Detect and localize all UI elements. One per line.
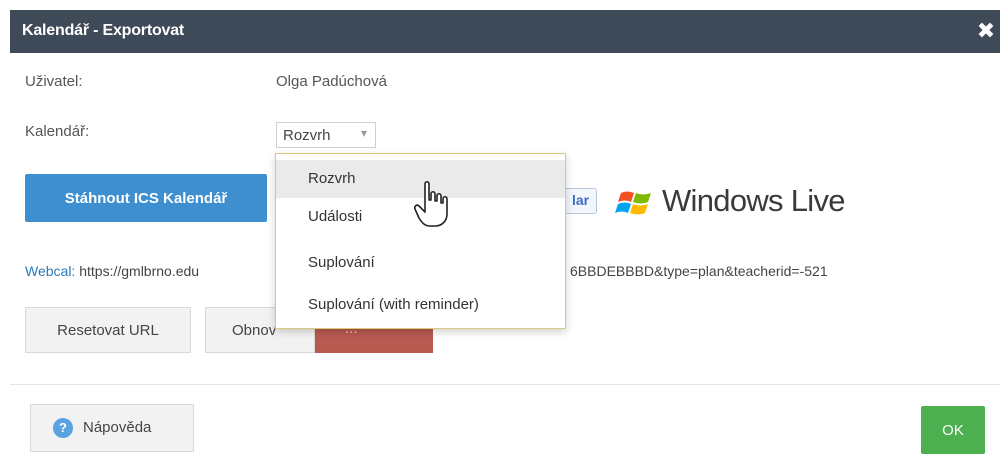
ok-button[interactable]: OK — [921, 406, 985, 454]
webcal-link[interactable]: Webcal: — [25, 263, 75, 279]
chevron-down-icon: ▾ — [360, 126, 367, 140]
export-dialog: Kalendář - Exportovat ✖ Uživatel: Olga P… — [10, 10, 1000, 468]
dialog-title: Kalendář - Exportovat — [22, 22, 185, 39]
close-icon[interactable]: ✖ — [974, 19, 998, 43]
user-label: Uživatel: — [25, 73, 83, 90]
windows-logo-icon — [615, 191, 651, 215]
dialog-titlebar: Kalendář - Exportovat ✖ — [10, 10, 1000, 53]
option-suplovani-reminder[interactable]: Suplování (with reminder) — [276, 286, 565, 324]
webcal-url-tail: 6BBDEBBBD&type=plan&teacherid=-521 — [570, 263, 828, 279]
webcal-line: Webcal: https://gmlbrno.edu — [25, 263, 199, 279]
calendar-select[interactable]: Rozvrh ▾ — [276, 122, 376, 148]
help-label: Nápověda — [83, 419, 152, 436]
windows-live-label: Windows Live — [662, 183, 846, 218]
webcal-url: https://gmlbrno.edu — [79, 263, 200, 279]
option-suplovani[interactable]: Suplování — [276, 244, 565, 282]
calendar-label: Kalendář: — [25, 123, 90, 140]
help-icon: ? — [53, 418, 73, 438]
user-value: Olga Padúchová — [276, 73, 387, 90]
download-ics-button[interactable]: Stáhnout ICS Kalendář — [25, 174, 267, 222]
footer-divider — [10, 384, 1000, 385]
hand-cursor-icon — [414, 180, 448, 227]
help-button[interactable]: ? Nápověda — [30, 404, 194, 452]
reset-url-button[interactable]: Resetovat URL — [25, 307, 191, 353]
calendar-select-value: Rozvrh — [283, 127, 331, 144]
google-calendar-button[interactable]: lar — [563, 188, 597, 214]
